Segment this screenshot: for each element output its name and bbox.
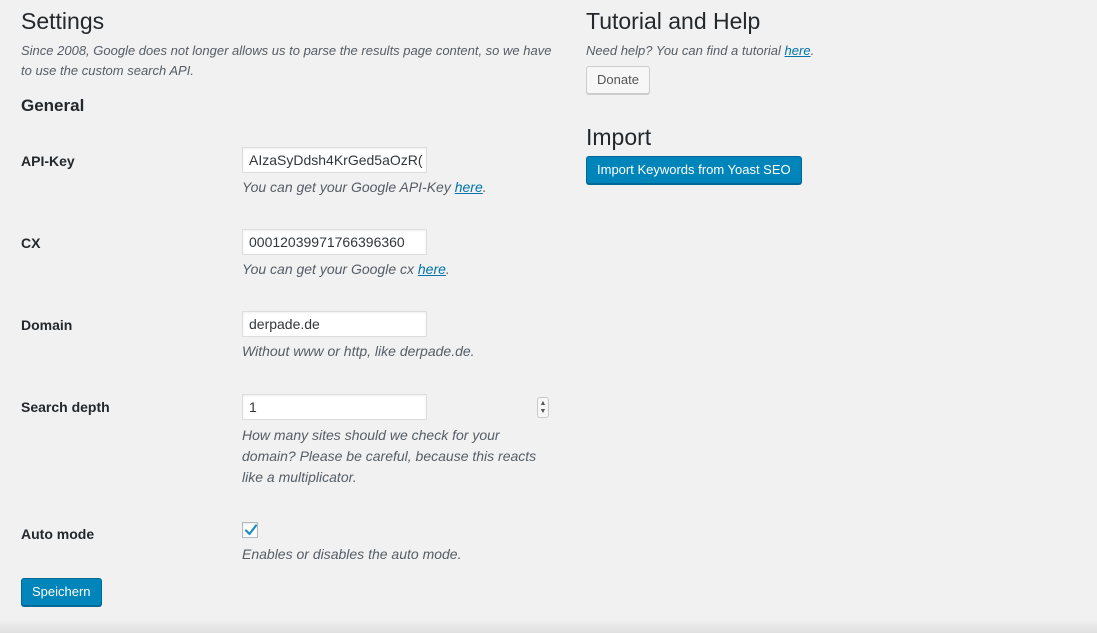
api-key-hint-suffix: .	[482, 179, 487, 195]
cx-hint: You can get your Google cx here.	[242, 259, 450, 279]
api-key-help-link[interactable]: here	[455, 179, 483, 195]
settings-intro: Since 2008, Google does not longer allow…	[21, 43, 552, 78]
api-key-field: AIzaSyDdsh4KrGed5aOzR( You can get your …	[242, 147, 487, 197]
spinner-up-icon[interactable]: ▲	[540, 400, 547, 408]
general-heading: General	[21, 96, 85, 115]
help-text-suffix: .	[810, 43, 815, 58]
donate-button[interactable]: Donate	[586, 66, 650, 94]
auto-mode-checkbox[interactable]	[242, 522, 258, 538]
settings-title: Settings	[21, 8, 105, 34]
help-text: Need help? You can find a tutorial here.	[586, 41, 814, 61]
number-spinner-icon[interactable]: ▲ ▼	[537, 397, 549, 418]
help-title: Tutorial and Help	[586, 8, 761, 34]
search-depth-hint: How many sites should we check for your …	[242, 427, 537, 485]
help-text-prefix: Need help? You can find a tutorial	[586, 43, 785, 58]
cx-field: 00012039971766396360 You can get your Go…	[242, 229, 450, 279]
auto-mode-field: Enables or disables the auto mode.	[242, 522, 461, 564]
api-key-hint: You can get your Google API-Key here.	[242, 177, 487, 197]
bottom-shadow	[0, 619, 1097, 633]
cx-hint-text: You can get your Google cx	[242, 261, 418, 277]
auto-mode-label: Auto mode	[21, 526, 95, 542]
import-yoast-button[interactable]: Import Keywords from Yoast SEO	[586, 156, 802, 184]
cx-input[interactable]: 00012039971766396360	[242, 229, 427, 255]
domain-field: derpade.de Without www or http, like der…	[242, 311, 475, 361]
checkmark-icon	[244, 524, 258, 536]
domain-input[interactable]: derpade.de	[242, 311, 427, 337]
search-depth-wrapper: 1 ▲ ▼	[242, 394, 552, 420]
import-title: Import	[586, 124, 652, 150]
domain-label: Domain	[21, 317, 73, 333]
search-depth-input[interactable]: 1	[242, 394, 427, 420]
auto-mode-hint: Enables or disables the auto mode.	[242, 546, 462, 562]
api-key-label: API-Key	[21, 153, 75, 169]
tutorial-link[interactable]: here	[785, 43, 811, 58]
domain-hint: Without www or http, like derpade.de.	[242, 343, 475, 359]
search-depth-field: 1 ▲ ▼ How many sites should we check for…	[242, 394, 552, 488]
spinner-down-icon[interactable]: ▼	[540, 408, 547, 416]
search-depth-label: Search depth	[21, 399, 110, 415]
cx-hint-suffix: .	[445, 261, 450, 277]
api-key-hint-text: You can get your Google API-Key	[242, 179, 455, 195]
cx-label: CX	[21, 235, 41, 251]
save-button[interactable]: Speichern	[21, 578, 102, 606]
cx-help-link[interactable]: here	[418, 261, 446, 277]
api-key-input[interactable]: AIzaSyDdsh4KrGed5aOzR(	[242, 147, 427, 173]
